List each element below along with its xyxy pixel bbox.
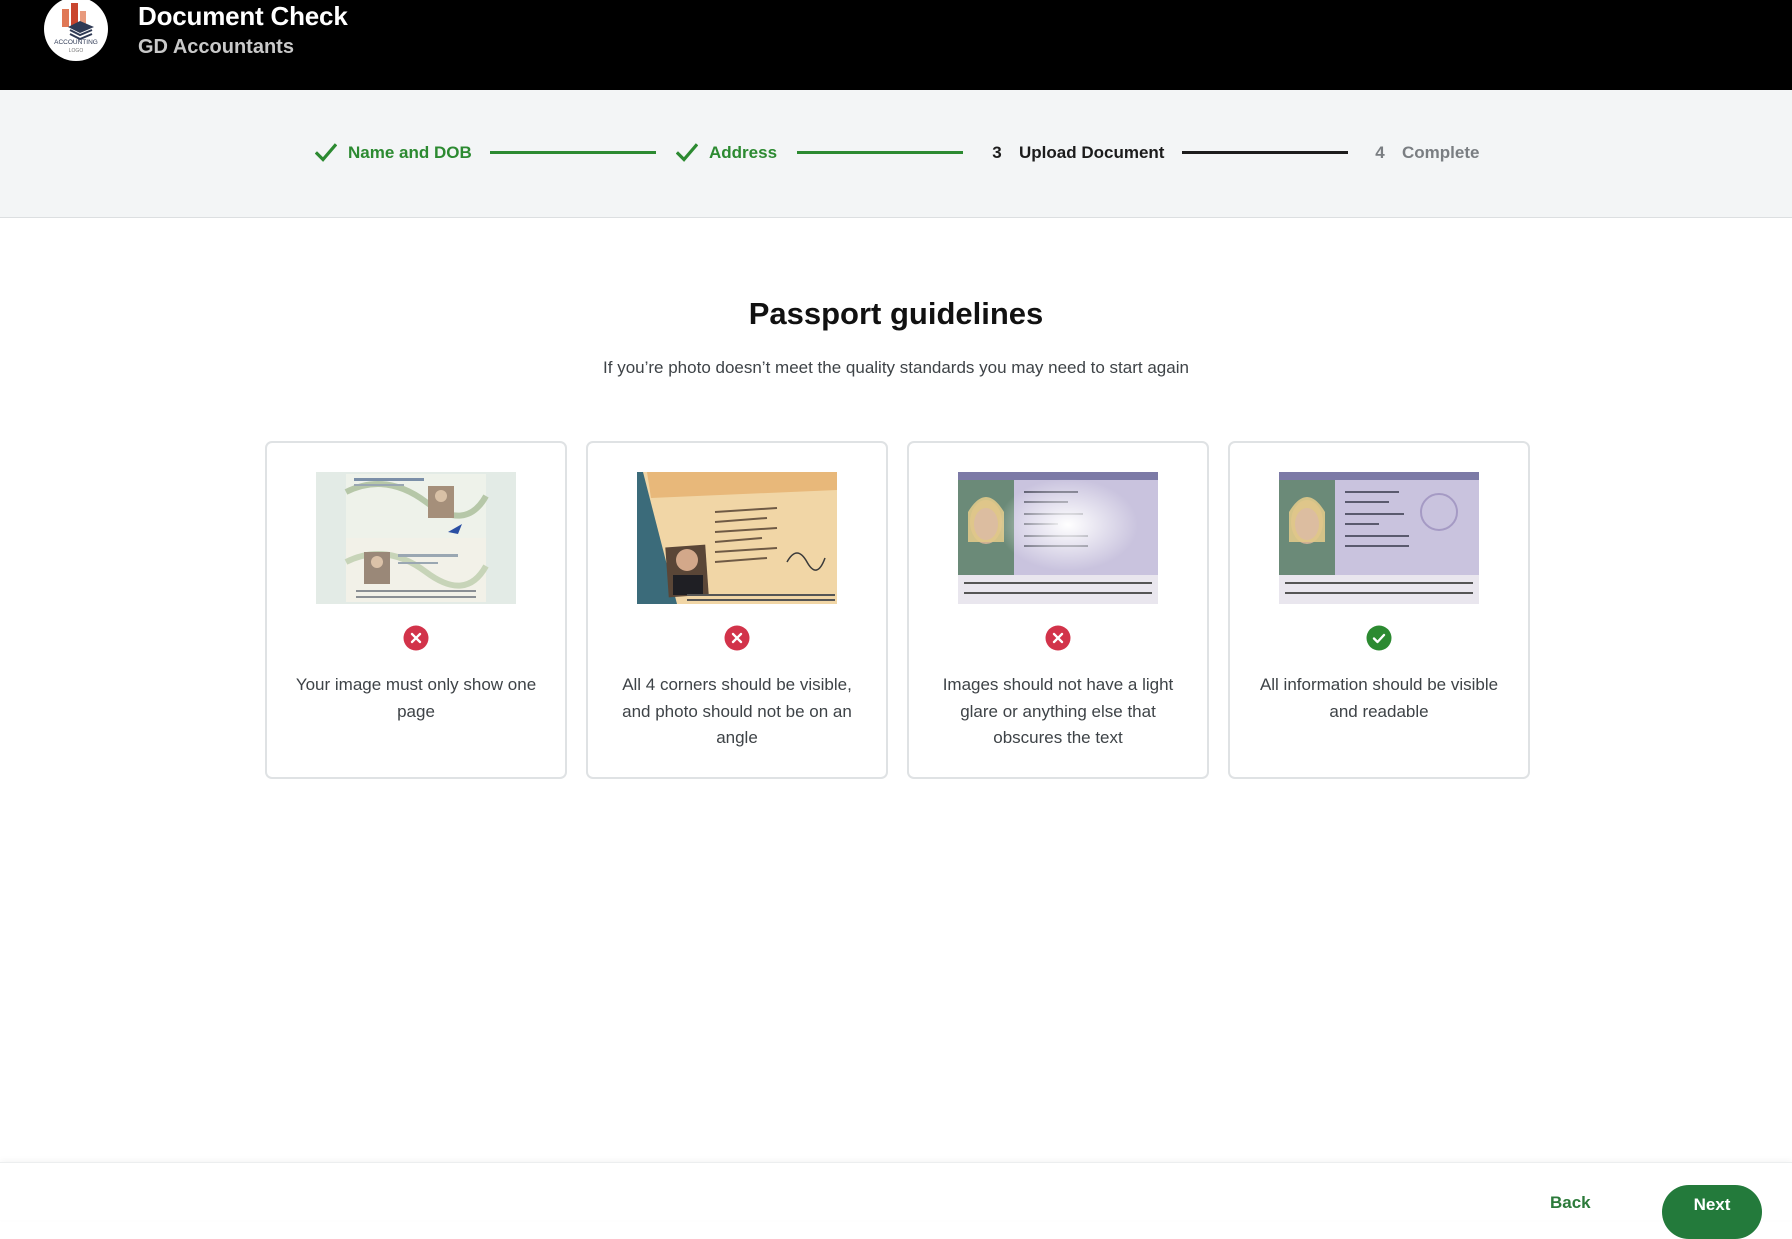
step-connector — [797, 151, 963, 154]
progress-stepper: Name and DOB Address 3 Upload Document 4… — [0, 90, 1792, 218]
guideline-card: All 4 corners should be visible, and pho… — [586, 441, 888, 779]
guideline-cards: Your image must only show one page All 4… — [265, 441, 1531, 779]
company-logo: ACCOUNTING LOGO — [44, 0, 108, 61]
step-upload-document: 3 Upload Document — [986, 141, 1164, 165]
passport-glare-image — [958, 472, 1158, 604]
guideline-text: All 4 corners should be visible, and pho… — [622, 675, 852, 747]
app-title: Document Check — [138, 1, 348, 31]
footer-bar: Back Next — [0, 1162, 1792, 1239]
step-name-and-dob: Name and DOB — [315, 141, 472, 165]
error-icon — [403, 625, 429, 651]
guideline-text: Images should not have a light glare or … — [942, 675, 1174, 747]
guideline-card: Images should not have a light glare or … — [907, 441, 1209, 779]
svg-text:LOGO: LOGO — [69, 48, 84, 54]
passport-angled-image — [637, 472, 837, 604]
step-connector — [490, 151, 656, 154]
guideline-card: Your image must only show one page — [265, 441, 567, 779]
page-title: Passport guidelines — [748, 296, 1044, 331]
step-label: Upload Document — [1019, 143, 1165, 162]
error-icon — [724, 625, 750, 651]
step-complete: 4 Complete — [1369, 141, 1479, 165]
company-name: GD Accountants — [138, 36, 294, 58]
guideline-card: All information should be visible and re… — [1228, 441, 1530, 779]
app-header: ACCOUNTING LOGO Document Check GD Accoun… — [0, 0, 1792, 90]
back-button[interactable]: Back — [1550, 1193, 1591, 1213]
checkmark-icon — [315, 142, 337, 164]
passport-good-image — [1279, 472, 1479, 604]
step-address: Address — [676, 141, 777, 165]
next-button[interactable]: Next — [1662, 1185, 1762, 1239]
passport-two-pages-image — [316, 472, 516, 604]
step-label: Complete — [1402, 143, 1480, 162]
error-icon — [1045, 625, 1071, 651]
page-subtitle: If you’re photo doesn’t meet the quality… — [603, 358, 1189, 377]
guideline-text: All information should be visible and re… — [1259, 675, 1499, 721]
checkmark-icon — [676, 142, 698, 164]
step-connector — [1182, 151, 1348, 154]
guideline-text: Your image must only show one page — [295, 675, 537, 721]
step-label: Address — [709, 143, 778, 162]
step-number: 4 — [1375, 143, 1385, 162]
svg-text:ACCOUNTING: ACCOUNTING — [54, 39, 98, 46]
step-label: Name and DOB — [348, 143, 472, 162]
check-icon — [1366, 625, 1392, 651]
step-number: 3 — [992, 143, 1002, 162]
